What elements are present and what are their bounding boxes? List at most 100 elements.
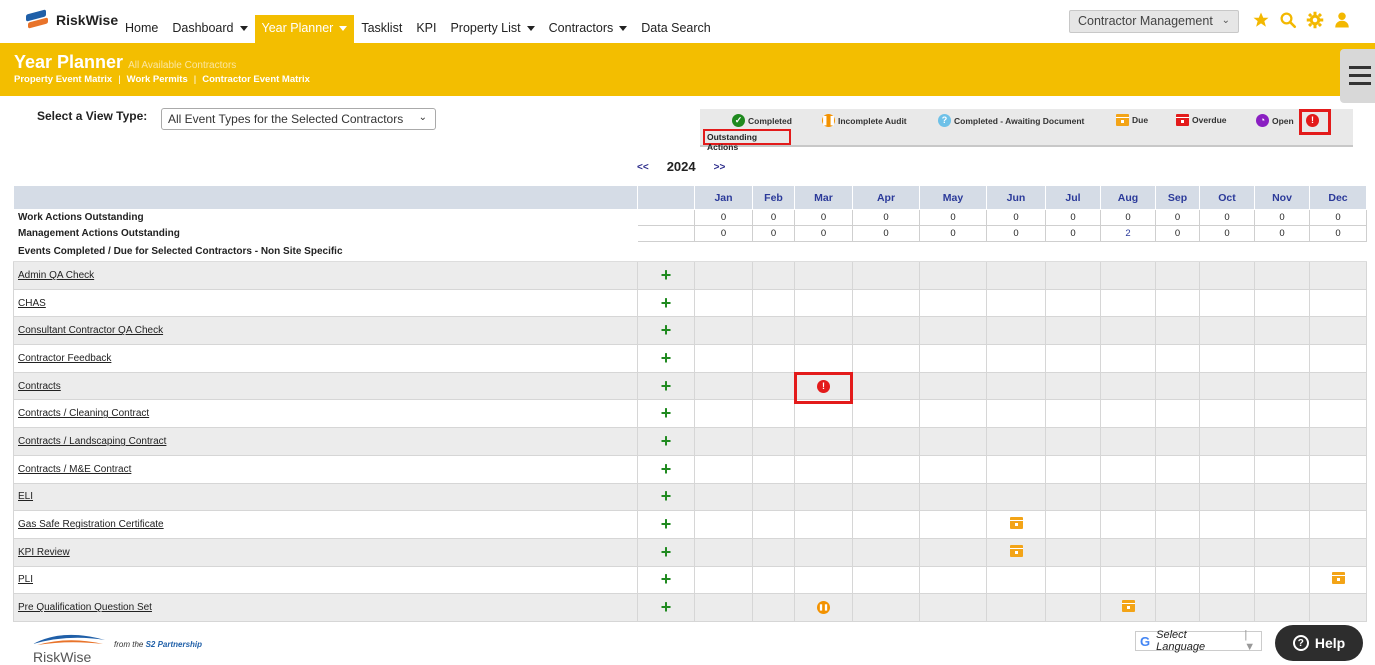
add-event-icon[interactable]: + [637,565,695,595]
month-cell-feb[interactable] [752,288,795,318]
month-cell-jul[interactable] [1045,593,1101,622]
event-name-link[interactable]: Contractor Feedback [18,353,111,364]
add-event-icon[interactable]: + [637,482,695,512]
month-cell-apr[interactable] [852,371,920,401]
month-cell-nov[interactable] [1254,593,1310,622]
month-cell-may[interactable] [919,565,987,595]
month-cell-jul[interactable] [1045,316,1101,346]
event-name-link[interactable]: CHAS [18,298,46,309]
month-cell-feb[interactable] [752,537,795,567]
month-cell-jul[interactable] [1045,454,1101,484]
month-cell-may[interactable] [919,261,987,290]
month-cell-dec[interactable] [1309,510,1367,539]
month-cell-dec[interactable] [1309,482,1367,512]
month-cell-jul[interactable] [1045,288,1101,318]
role-select[interactable]: Contractor Management ⌄ [1069,10,1239,33]
event-name-link[interactable]: Contracts [18,381,61,392]
month-cell-mar[interactable] [794,537,853,567]
link-property-event-matrix[interactable]: Property Event Matrix [14,74,112,85]
month-cell-jun[interactable] [986,565,1046,595]
month-cell-may[interactable] [919,510,987,539]
month-cell-jun[interactable] [986,261,1046,290]
month-cell-may[interactable] [919,427,987,456]
month-cell-aug[interactable] [1100,288,1156,318]
month-cell-sep[interactable] [1155,454,1200,484]
month-cell-dec[interactable] [1309,565,1367,595]
next-year-button[interactable]: >> [714,159,726,174]
nav-item-property-list[interactable]: Property List [443,15,541,43]
month-cell-jul[interactable] [1045,344,1101,373]
month-cell-apr[interactable] [852,482,920,512]
calendar-due-icon[interactable] [1009,517,1023,530]
month-cell-dec[interactable] [1309,427,1367,456]
month-cell-may[interactable] [919,537,987,567]
month-cell-may[interactable] [919,316,987,346]
month-cell-apr[interactable] [852,399,920,429]
month-cell-sep[interactable] [1155,510,1200,539]
add-event-icon[interactable]: + [637,510,695,539]
add-event-icon[interactable]: + [637,537,695,567]
add-event-icon[interactable]: + [637,261,695,290]
month-cell-aug[interactable] [1100,565,1156,595]
month-cell-sep[interactable] [1155,565,1200,595]
month-cell-aug[interactable] [1100,316,1156,346]
month-cell-oct[interactable] [1199,510,1255,539]
hamburger-menu-icon[interactable] [1340,49,1375,103]
month-cell-jul[interactable] [1045,510,1101,539]
month-cell-may[interactable] [919,399,987,429]
pause-circle-icon[interactable]: ❚❚ [817,601,830,615]
month-cell-dec[interactable] [1309,454,1367,484]
month-cell-jun[interactable] [986,427,1046,456]
month-cell-aug[interactable] [1100,261,1156,290]
month-cell-mar[interactable] [794,288,853,318]
month-cell-may[interactable] [919,454,987,484]
month-cell-dec[interactable] [1309,261,1367,290]
month-cell-nov[interactable] [1254,427,1310,456]
month-cell-apr[interactable] [852,288,920,318]
month-cell-mar[interactable] [794,316,853,346]
month-cell-nov[interactable] [1254,261,1310,290]
month-cell-feb[interactable] [752,510,795,539]
month-cell-apr[interactable] [852,510,920,539]
month-cell-jun[interactable] [986,371,1046,401]
month-cell-oct[interactable] [1199,593,1255,622]
month-cell-nov[interactable] [1254,510,1310,539]
month-cell-jul[interactable] [1045,399,1101,429]
month-cell-sep[interactable] [1155,316,1200,346]
month-cell-oct[interactable] [1199,454,1255,484]
add-event-icon[interactable]: + [637,288,695,318]
month-cell-sep[interactable] [1155,399,1200,429]
nav-item-tasklist[interactable]: Tasklist [354,15,409,43]
month-cell-oct[interactable] [1199,261,1255,290]
month-cell-sep[interactable] [1155,593,1200,622]
month-cell-nov[interactable] [1254,565,1310,595]
help-button[interactable]: ? Help [1275,625,1363,661]
month-cell-dec[interactable] [1309,399,1367,429]
nav-item-contractors[interactable]: Contractors [542,15,635,43]
nav-item-kpi[interactable]: KPI [409,15,443,43]
add-event-icon[interactable]: + [637,454,695,484]
month-cell-dec[interactable] [1309,537,1367,567]
calendar-due-icon[interactable] [1009,544,1023,557]
nav-item-dashboard[interactable]: Dashboard [165,15,254,43]
event-name-link[interactable]: Contracts / Landscaping Contract [18,436,166,447]
month-cell-feb[interactable] [752,344,795,373]
month-cell-aug[interactable] [1100,371,1156,401]
month-cell-jan[interactable] [694,593,753,622]
month-cell-jan[interactable] [694,427,753,456]
month-cell-jan[interactable] [694,261,753,290]
event-name-link[interactable]: PLI [18,574,33,585]
month-cell-dec[interactable] [1309,344,1367,373]
event-name-link[interactable]: Pre Qualification Question Set [18,602,152,613]
month-cell-oct[interactable] [1199,537,1255,567]
month-cell-oct[interactable] [1199,344,1255,373]
month-cell-feb[interactable] [752,593,795,622]
calendar-due-icon[interactable] [1331,572,1345,585]
calendar-due-icon[interactable] [1121,600,1135,613]
add-event-icon[interactable]: + [637,316,695,346]
user-icon[interactable] [1333,11,1351,29]
month-cell-apr[interactable] [852,565,920,595]
riskwise-logo[interactable]: RiskWise [24,9,118,30]
month-cell-mar[interactable] [794,565,853,595]
month-cell-apr[interactable] [852,454,920,484]
